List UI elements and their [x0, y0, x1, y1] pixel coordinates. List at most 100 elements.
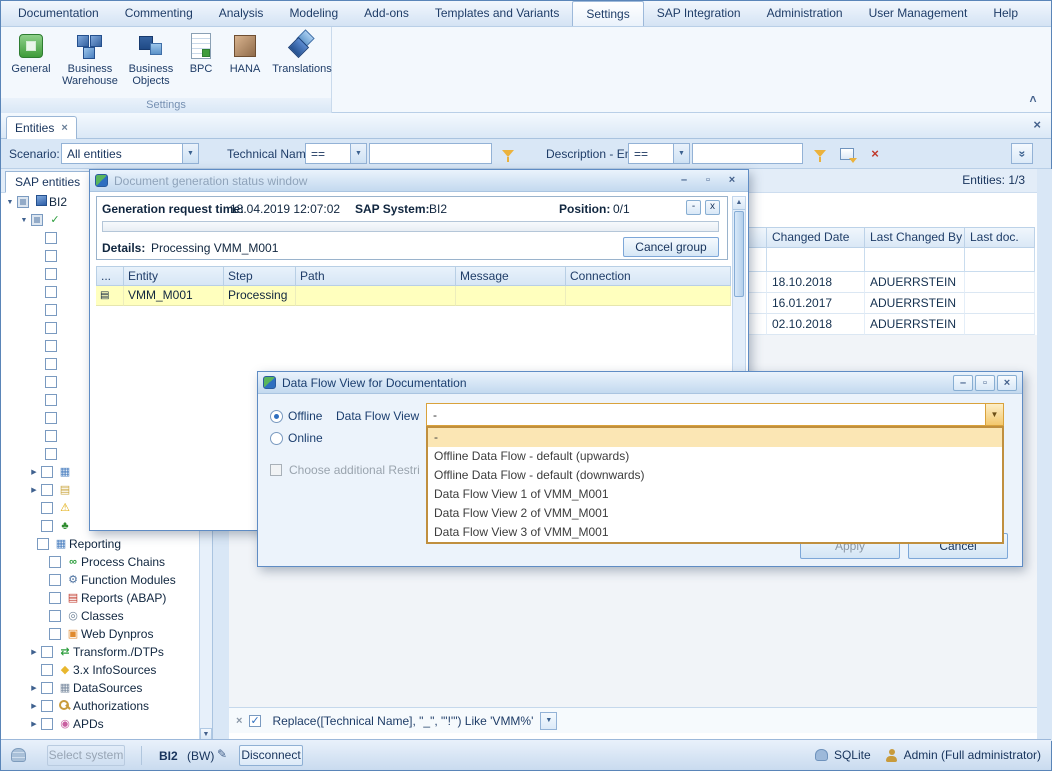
filter-expression-text[interactable]: Replace([Technical Name], "_", "'!'") Li… — [272, 714, 533, 728]
menu-item-documentation[interactable]: Documentation — [5, 1, 112, 26]
technical-name-input[interactable] — [369, 143, 492, 164]
grid-filter-cell[interactable] — [965, 248, 1035, 272]
tree-checkbox[interactable] — [17, 196, 29, 208]
edit-system-pencil-icon[interactable]: ✎ — [217, 747, 227, 761]
tree-checkbox[interactable] — [31, 214, 43, 226]
status-cell-path[interactable] — [296, 286, 456, 306]
minimize-icon[interactable]: – — [953, 375, 973, 391]
dropdown-option[interactable]: - — [428, 428, 1002, 447]
close-icon[interactable]: × — [721, 173, 743, 189]
menu-item-administration[interactable]: Administration — [754, 1, 856, 26]
select-system-button[interactable]: Select system — [47, 745, 125, 766]
grid-cell[interactable]: ADUERRSTEIN — [865, 314, 965, 335]
grid-cell[interactable]: 18.10.2018 — [767, 272, 865, 293]
menu-item-addons[interactable]: Add-ons — [351, 1, 422, 26]
tree-checkbox[interactable] — [45, 448, 57, 460]
scrollbar-thumb[interactable] — [734, 211, 744, 297]
tree-row-function-modules[interactable]: ⚙ Function Modules — [1, 571, 199, 589]
ribbon-button-hana[interactable]: HANA — [223, 29, 267, 87]
tree-row-process-chains[interactable]: ∞ Process Chains — [1, 553, 199, 571]
tab-close-icon[interactable]: × — [61, 122, 67, 134]
chevron-down-icon[interactable]: ▼ — [350, 144, 366, 163]
ribbon-button-bpc[interactable]: BPC — [181, 29, 221, 87]
technical-name-operator-select[interactable]: == ▼ — [305, 143, 367, 164]
tree-checkbox[interactable] — [41, 682, 53, 694]
expander-icon[interactable]: ▶ — [27, 702, 41, 710]
tree-checkbox[interactable] — [45, 232, 57, 244]
grid-filter-cell[interactable] — [767, 248, 865, 272]
tree-checkbox[interactable] — [45, 286, 57, 298]
grid-cell[interactable]: ADUERRSTEIN — [865, 293, 965, 314]
current-user-label[interactable]: Admin (Full administrator) — [904, 748, 1041, 762]
tab-entities[interactable]: Entities × — [6, 116, 77, 139]
tree-row-transform-dtps[interactable]: ▶ ⇄ Transform./DTPs — [1, 643, 199, 661]
grid-cell[interactable] — [965, 314, 1035, 335]
status-cell-message[interactable] — [456, 286, 566, 306]
tree-row-datasources[interactable]: ▶ ▦ DataSources — [1, 679, 199, 697]
status-column-entity[interactable]: Entity — [124, 266, 224, 286]
tree-checkbox[interactable] — [41, 646, 53, 658]
tree-row-classes[interactable]: ◎ Classes — [1, 607, 199, 625]
data-flow-view-select[interactable]: - ▼ — [426, 403, 1004, 426]
filter-grid-button[interactable] — [837, 144, 857, 163]
tree-checkbox[interactable] — [41, 520, 53, 532]
expander-icon[interactable]: ▶ — [27, 648, 41, 656]
status-column-connection[interactable]: Connection — [566, 266, 731, 286]
description-input[interactable] — [692, 143, 803, 164]
tree-checkbox[interactable] — [41, 466, 53, 478]
ribbon-button-general[interactable]: General — [5, 29, 57, 87]
expander-icon[interactable]: ▶ — [27, 486, 41, 494]
close-icon[interactable]: × — [997, 375, 1017, 391]
expander-icon[interactable]: ▼ — [17, 217, 31, 224]
status-column-dots[interactable]: ... — [96, 266, 124, 286]
menu-item-sap-integration[interactable]: SAP Integration — [644, 1, 754, 26]
disconnect-button[interactable]: Disconnect — [239, 745, 303, 766]
ribbon-button-translations[interactable]: Translations — [269, 29, 335, 87]
grid-cell[interactable] — [965, 293, 1035, 314]
scenario-select[interactable]: All entities ▼ — [61, 143, 199, 164]
dropdown-option[interactable]: Offline Data Flow - default (downwards) — [428, 466, 1002, 485]
expander-icon[interactable]: ▶ — [27, 684, 41, 692]
minimize-icon[interactable]: – — [673, 173, 695, 189]
tree-checkbox[interactable] — [45, 412, 57, 424]
grid-cell[interactable] — [965, 272, 1035, 293]
online-radio[interactable] — [270, 432, 283, 445]
menu-item-templates-variants[interactable]: Templates and Variants — [422, 1, 573, 26]
grid-column-header-last-changed-by[interactable]: Last Changed By — [865, 227, 965, 248]
status-column-step[interactable]: Step — [224, 266, 296, 286]
close-filter-icon[interactable]: × — [236, 715, 242, 727]
dropdown-option[interactable]: Data Flow View 2 of VMM_M001 — [428, 504, 1002, 523]
tree-checkbox[interactable] — [41, 484, 53, 496]
clear-filter-button[interactable]: × — [865, 144, 885, 163]
expander-icon[interactable]: ▼ — [3, 199, 17, 206]
status-cell-step[interactable]: Processing — [224, 286, 296, 306]
tree-checkbox[interactable] — [41, 700, 53, 712]
tree-checkbox[interactable] — [45, 376, 57, 388]
grid-column-header-changed-date[interactable]: Changed Date — [767, 227, 865, 248]
description-operator-select[interactable]: == ▼ — [628, 143, 690, 164]
status-cell-connection[interactable] — [566, 286, 731, 306]
grid-filter-cell[interactable] — [865, 248, 965, 272]
scroll-up-icon[interactable]: ▲ — [733, 197, 745, 210]
status-column-message[interactable]: Message — [456, 266, 566, 286]
tree-checkbox[interactable] — [37, 538, 49, 550]
expand-filter-button[interactable]: » — [1011, 143, 1033, 164]
tree-checkbox[interactable] — [45, 394, 57, 406]
cancel-group-button[interactable]: Cancel group — [623, 237, 719, 257]
filter-dropdown-button[interactable]: ▼ — [540, 712, 557, 730]
menu-item-modeling[interactable]: Modeling — [276, 1, 351, 26]
status-table-row[interactable]: ▤ VMM_M001 Processing — [96, 286, 731, 306]
chevron-down-icon[interactable]: ▼ — [985, 404, 1003, 425]
menu-item-analysis[interactable]: Analysis — [206, 1, 277, 26]
filter-enabled-checkbox[interactable] — [249, 715, 261, 727]
tree-checkbox[interactable] — [45, 358, 57, 370]
tree-checkbox[interactable] — [49, 574, 61, 586]
tree-row-reports-abap[interactable]: ▤ Reports (ABAP) — [1, 589, 199, 607]
tree-checkbox[interactable] — [45, 430, 57, 442]
grid-cell[interactable]: 16.01.2017 — [767, 293, 865, 314]
tree-row-reporting[interactable]: ▦ Reporting — [1, 535, 199, 553]
edit-filter-icon[interactable] — [498, 144, 518, 163]
db-type-label[interactable]: SQLite — [834, 748, 871, 762]
tab-sap-entities[interactable]: SAP entities — [5, 171, 90, 193]
dropdown-option[interactable]: Data Flow View 3 of VMM_M001 — [428, 523, 1002, 542]
